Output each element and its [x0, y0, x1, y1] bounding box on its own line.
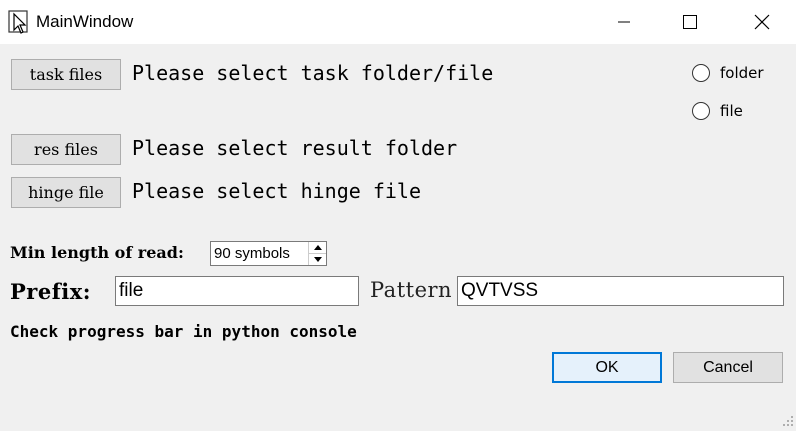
arrow-up-icon	[313, 245, 322, 250]
maximize-icon	[683, 15, 697, 29]
ok-button[interactable]: OK	[552, 352, 662, 383]
res-status-label: Please select result folder	[132, 136, 458, 160]
minimize-button[interactable]	[601, 0, 647, 44]
res-files-button[interactable]: res files	[11, 134, 121, 165]
minimize-icon	[618, 21, 630, 23]
min-length-value[interactable]: 90 symbols	[214, 245, 290, 262]
resize-grip-icon[interactable]	[782, 412, 794, 426]
prefix-label: Prefix:	[10, 279, 91, 304]
spin-up-button[interactable]	[309, 242, 326, 254]
arrow-down-icon	[313, 257, 322, 262]
maximize-button[interactable]	[667, 0, 713, 44]
cancel-button[interactable]: Cancel	[673, 352, 783, 383]
progress-note: Check progress bar in python console	[10, 322, 357, 341]
pattern-input[interactable]: QVTVSS	[457, 276, 784, 306]
task-files-button[interactable]: task files	[11, 59, 121, 90]
file-radio-label: file	[720, 102, 743, 120]
title-bar: MainWindow	[0, 0, 796, 44]
min-length-spinbox[interactable]: 90 symbols	[210, 241, 327, 266]
close-button[interactable]	[739, 0, 785, 44]
spin-arrows	[308, 242, 326, 265]
hinge-status-label: Please select hinge file	[132, 179, 421, 203]
folder-radio[interactable]	[692, 64, 710, 82]
pattern-label: Pattern	[370, 278, 453, 302]
hinge-file-button[interactable]: hinge file	[11, 177, 121, 208]
window-title: MainWindow	[36, 12, 134, 31]
prefix-input[interactable]: file	[115, 276, 359, 306]
min-length-label: Min length of read:	[10, 243, 184, 262]
task-status-label: Please select task folder/file	[132, 61, 494, 85]
file-radio[interactable]	[692, 102, 710, 120]
close-icon	[754, 14, 770, 30]
app-cursor-icon	[8, 10, 30, 36]
spin-down-button[interactable]	[309, 254, 326, 265]
folder-radio-label: folder	[720, 64, 764, 82]
